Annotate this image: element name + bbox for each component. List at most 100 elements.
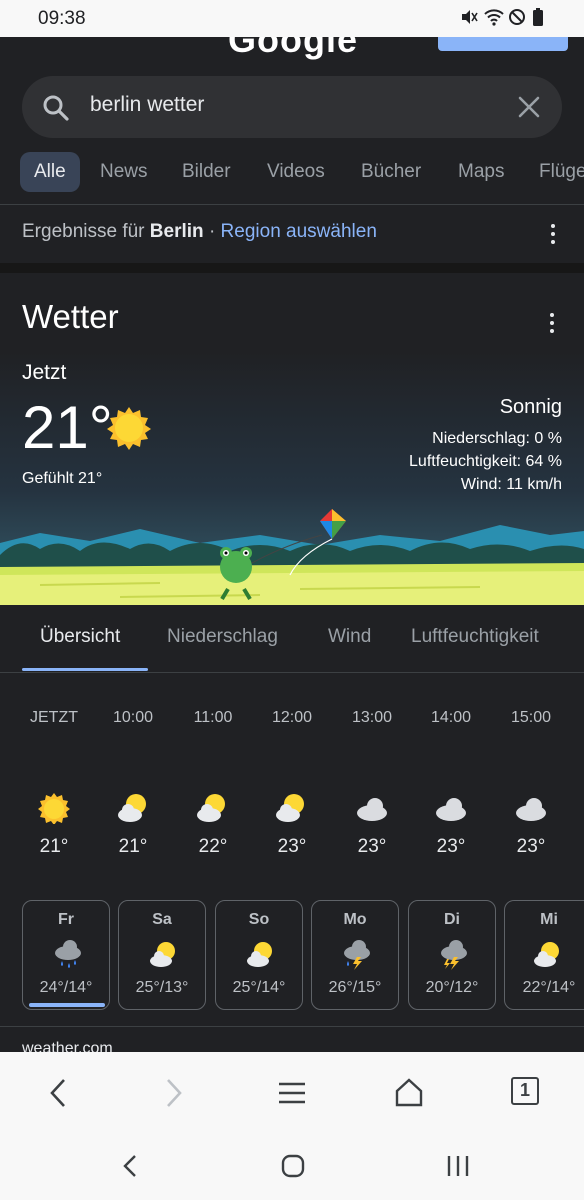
- browser-toolbar: 1: [0, 1052, 584, 1132]
- partly-cloudy-icon: [197, 794, 225, 822]
- tab-fluege[interactable]: Flüge: [539, 152, 584, 192]
- day-temp: 26°/15°: [328, 979, 382, 996]
- region-city: Berlin: [149, 221, 204, 242]
- divider: [0, 204, 584, 205]
- day-name: Mo: [343, 911, 367, 928]
- sun-icon: [107, 407, 151, 450]
- tab-videos[interactable]: Videos: [267, 152, 325, 192]
- partly-cloudy-icon: [534, 942, 559, 967]
- cloud-icon: [357, 798, 387, 821]
- hour-label: 11:00: [193, 709, 233, 726]
- now-label: Jetzt: [22, 361, 67, 384]
- dnd-icon: [508, 8, 526, 26]
- hour-temp: 23°: [277, 836, 307, 857]
- day-name: Fr: [58, 911, 74, 928]
- sign-in-button[interactable]: [438, 37, 568, 51]
- thunder-rain-icon: [344, 940, 370, 970]
- hour-temp: 21°: [39, 836, 69, 857]
- region-line: Ergebnisse für Berlin · Region auswählen: [22, 221, 377, 243]
- hour-temp: 23°: [436, 836, 466, 857]
- humidity-text: Luftfeuchtigkeit: 64 %: [409, 453, 562, 470]
- hour-label: 10:00: [112, 709, 154, 726]
- hour-temp: 22°: [198, 836, 228, 857]
- search-input[interactable]: berlin wetter: [90, 93, 204, 117]
- status-time: 09:38: [38, 8, 86, 29]
- system-back-icon[interactable]: [120, 1154, 140, 1178]
- partly-cloudy-icon: [276, 794, 304, 822]
- weather-menu-icon[interactable]: [549, 313, 555, 335]
- day-name: Sa: [152, 911, 172, 928]
- section-separator: [0, 263, 584, 273]
- partly-cloudy-icon: [118, 794, 146, 822]
- system-navigation-bar: [0, 1132, 584, 1200]
- thunderstorm-icon: [441, 940, 467, 970]
- tab-buecher[interactable]: Bücher: [361, 152, 421, 192]
- mute-icon: [460, 8, 478, 26]
- felt-temperature: Gefühlt 21°: [22, 470, 103, 487]
- clear-icon[interactable]: [516, 94, 542, 120]
- home-icon[interactable]: [394, 1077, 424, 1107]
- subtab-wind[interactable]: Wind: [328, 626, 371, 648]
- day-card-sa[interactable]: Sa 25°/13°: [118, 900, 206, 1010]
- cloud-icon: [516, 798, 546, 821]
- back-icon[interactable]: [46, 1078, 70, 1108]
- hour-label: JETZT: [30, 709, 78, 726]
- day-name: Mi: [540, 911, 558, 928]
- region-menu-icon[interactable]: [550, 224, 556, 246]
- day-temp: 24°/14°: [39, 979, 93, 996]
- tab-maps[interactable]: Maps: [458, 152, 504, 192]
- tab-news[interactable]: News: [100, 152, 148, 192]
- wind-text: Wind: 11 km/h: [460, 476, 562, 493]
- menu-icon[interactable]: [278, 1082, 306, 1104]
- tab-count: 1: [519, 1080, 530, 1100]
- subtab-niederschlag[interactable]: Niederschlag: [167, 626, 278, 648]
- card-divider: [0, 1026, 584, 1027]
- day-card-mo[interactable]: Mo 26°/15°: [311, 900, 399, 1010]
- hour-temp: 21°: [118, 836, 148, 857]
- day-selected-indicator: [29, 1003, 105, 1007]
- region-separator: ·: [208, 221, 216, 242]
- partly-cloudy-icon: [247, 942, 272, 967]
- region-prefix: Ergebnisse für: [22, 221, 145, 242]
- cloud-icon: [436, 798, 466, 821]
- subtab-indicator: [22, 668, 148, 671]
- day-temp: 20°/12°: [425, 979, 479, 996]
- forward-icon[interactable]: [162, 1078, 186, 1108]
- wifi-icon: [484, 8, 504, 26]
- system-home-icon[interactable]: [281, 1154, 305, 1178]
- precipitation-text: Niederschlag: 0 %: [432, 430, 562, 447]
- tab-alle[interactable]: Alle: [20, 152, 80, 192]
- google-logo[interactable]: Google: [228, 37, 358, 61]
- condition-text: Sonnig: [499, 396, 562, 418]
- region-select-link[interactable]: Region auswählen: [221, 221, 377, 242]
- status-bar: 09:38: [0, 0, 584, 37]
- search-icon[interactable]: [42, 94, 70, 122]
- day-card-fr[interactable]: Fr 24°/14°: [22, 900, 110, 1010]
- subtab-luftfeuchtigkeit[interactable]: Luftfeuchtigkeit: [411, 626, 539, 648]
- subtab-divider: [0, 672, 584, 673]
- day-card-so[interactable]: So 25°/14°: [215, 900, 303, 1010]
- search-box[interactable]: berlin wetter: [22, 76, 562, 138]
- hour-label: 13:00: [351, 709, 393, 726]
- day-name: Di: [444, 911, 460, 928]
- search-tabs: Alle News Bilder Videos Bücher Maps Flüg…: [0, 150, 584, 194]
- partly-cloudy-icon: [150, 942, 175, 967]
- sun-icon: [38, 793, 70, 824]
- subtab-uebersicht[interactable]: Übersicht: [40, 626, 120, 648]
- hour-temp: 23°: [357, 836, 387, 857]
- google-header: Google: [0, 37, 584, 77]
- battery-icon: [532, 8, 550, 26]
- tabs-count-button[interactable]: 1: [511, 1077, 539, 1105]
- current-temperature: 21°: [22, 394, 113, 461]
- hour-label: 15:00: [510, 709, 552, 726]
- day-card-di[interactable]: Di 20°/12°: [408, 900, 496, 1010]
- hour-label: 12:00: [271, 709, 313, 726]
- day-name: So: [248, 911, 270, 928]
- system-recents-icon[interactable]: [446, 1155, 470, 1177]
- day-temp: 22°/14°: [522, 979, 576, 996]
- day-card-mi[interactable]: Mi 22°/14°: [504, 900, 584, 1010]
- day-temp: 25°/14°: [232, 979, 286, 996]
- hour-temp: 23°: [516, 836, 546, 857]
- tab-bilder[interactable]: Bilder: [182, 152, 231, 192]
- weather-subtabs: Übersicht Niederschlag Wind Luftfeuchtig…: [0, 612, 584, 672]
